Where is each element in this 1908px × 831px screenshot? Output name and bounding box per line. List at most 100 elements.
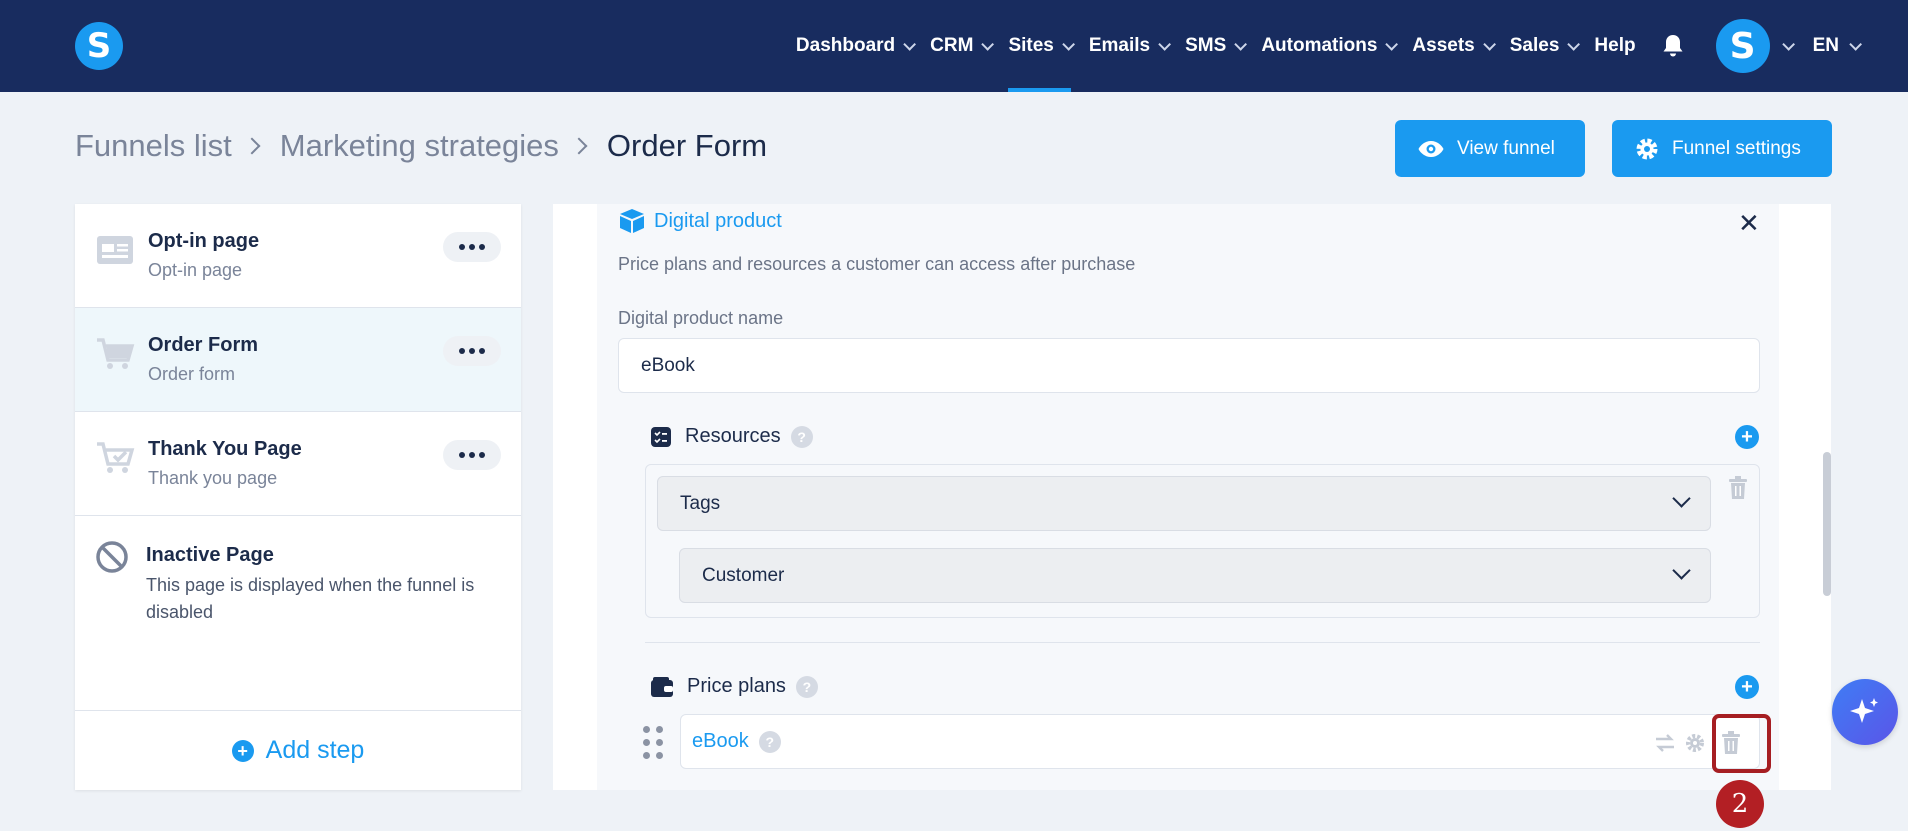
step-marker: 2 — [1716, 780, 1764, 828]
step-title: Thank You Page — [148, 438, 302, 460]
plus-icon: + — [231, 739, 254, 762]
nav-dashboard-label: Dashboard — [795, 35, 896, 56]
user-menu[interactable]: S — [1715, 19, 1795, 73]
chevron-down-icon — [1849, 37, 1862, 51]
digital-product-name-input[interactable]: eBook — [618, 338, 1760, 393]
view-funnel-button[interactable]: View funnel — [1395, 120, 1585, 177]
cart-check-icon — [97, 442, 135, 473]
avatar: S — [1715, 19, 1770, 73]
nav-dashboard[interactable]: Dashboard — [795, 0, 917, 92]
trash-icon[interactable] — [1728, 476, 1748, 500]
help-icon[interactable]: ? — [795, 675, 818, 698]
nav-sms[interactable]: SMS — [1185, 0, 1248, 92]
inactive-page-description: This page is displayed when the funnel i… — [146, 575, 475, 622]
chevron-right-icon — [243, 137, 261, 155]
add-resource-button[interactable]: + — [1735, 425, 1759, 449]
checklist-icon — [651, 426, 671, 447]
digital-product-name-label: Digital product name — [618, 308, 784, 328]
step-order-form[interactable]: Order Form Order form — [75, 308, 521, 412]
add-price-plan-button[interactable]: + — [1735, 675, 1759, 699]
step-thank-you-page[interactable]: Thank You Page Thank you page — [75, 412, 521, 516]
price-plan-link[interactable]: eBook ? — [692, 730, 781, 753]
add-step-label: Add step — [265, 736, 365, 764]
digital-product-description: Price plans and resources a customer can… — [618, 254, 1136, 274]
resource-value-select[interactable]: Customer — [679, 548, 1711, 603]
chevron-down-icon — [1062, 37, 1075, 51]
price-plan-name: eBook — [692, 730, 749, 752]
chevron-down-icon — [1672, 561, 1691, 580]
digital-product-heading: Digital product — [618, 208, 782, 234]
more-options-button[interactable] — [443, 232, 501, 262]
main-nav: Dashboard CRM Sites Emails SMS Automatio… — [796, 0, 1908, 92]
chevron-down-icon — [1567, 37, 1581, 51]
nav-sites-label: Sites — [1008, 35, 1054, 56]
close-icon[interactable]: ✕ — [1738, 209, 1760, 239]
step-subtitle: Thank you page — [148, 468, 278, 488]
chevron-right-icon — [570, 137, 588, 155]
nav-crm-label: CRM — [930, 35, 974, 56]
chevron-down-icon — [981, 37, 995, 51]
step-opt-in-page[interactable]: Opt-in page Opt-in page — [75, 204, 521, 308]
scrollbar[interactable] — [1823, 452, 1831, 596]
inactive-page-step[interactable]: Inactive Page This page is displayed whe… — [75, 516, 521, 706]
chevron-down-icon — [1483, 37, 1496, 51]
step-subtitle: Order form — [148, 364, 236, 384]
step-editor-panel: Digital product ✕ Price plans and resour… — [553, 204, 1831, 790]
funnel-steps-panel: Opt-in page Opt-in page Order Form Order… — [75, 204, 521, 790]
resource-type-value: Tags — [680, 492, 721, 514]
price-plans-header: Price plans ? — [651, 675, 818, 698]
resources-label: Resources — [685, 425, 781, 447]
nav-automations[interactable]: Automations — [1261, 0, 1399, 92]
bell-icon[interactable] — [1658, 0, 1688, 92]
price-plan-row: eBook ? — [680, 714, 1760, 769]
eye-icon — [1418, 140, 1444, 157]
drag-handle-icon[interactable] — [643, 726, 663, 759]
step-subtitle: Opt-in page — [148, 260, 243, 280]
wallet-icon — [651, 676, 673, 697]
nav-emails-label: Emails — [1088, 35, 1151, 56]
resource-type-select[interactable]: Tags — [657, 476, 1711, 531]
ai-assistant-button[interactable] — [1832, 679, 1898, 745]
swap-icon[interactable] — [1655, 733, 1675, 752]
price-plans-label: Price plans — [687, 675, 786, 697]
gear-icon — [1636, 138, 1658, 159]
language-selector[interactable]: EN — [1812, 35, 1862, 57]
resource-value: Customer — [702, 564, 785, 586]
chevron-down-icon — [1672, 489, 1691, 508]
step-title: Opt-in page — [148, 230, 260, 252]
chevron-down-icon — [903, 37, 917, 51]
box-icon — [620, 209, 644, 233]
nav-help[interactable]: Help — [1594, 0, 1635, 92]
chevron-down-icon — [1158, 37, 1172, 51]
nav-sales-label: Sales — [1509, 35, 1560, 56]
gear-icon[interactable] — [1685, 733, 1705, 753]
add-step-button[interactable]: + Add step — [75, 710, 521, 790]
nav-assets[interactable]: Assets — [1412, 0, 1496, 92]
sparkle-icon — [1850, 698, 1878, 723]
disabled-icon — [96, 541, 128, 573]
more-options-button[interactable] — [443, 336, 501, 366]
resources-header: Resources ? — [651, 425, 813, 448]
nav-sites[interactable]: Sites — [1008, 0, 1075, 92]
nav-help-label: Help — [1594, 35, 1636, 56]
page-title: Order Form — [606, 128, 768, 163]
help-icon[interactable]: ? — [758, 730, 781, 753]
more-options-button[interactable] — [443, 440, 501, 470]
chevron-down-icon — [1234, 37, 1248, 51]
nav-sales[interactable]: Sales — [1509, 0, 1581, 92]
funnel-settings-label: Funnel settings — [1672, 137, 1801, 159]
chevron-down-icon — [1781, 37, 1795, 51]
language-label: EN — [1812, 35, 1839, 56]
funnel-settings-button[interactable]: Funnel settings — [1612, 120, 1832, 177]
nav-crm[interactable]: CRM — [930, 0, 995, 92]
highlight-box — [1712, 714, 1771, 773]
nav-automations-label: Automations — [1261, 35, 1378, 56]
help-icon[interactable]: ? — [790, 425, 813, 448]
nav-emails[interactable]: Emails — [1088, 0, 1172, 92]
app-logo[interactable]: S — [75, 22, 123, 70]
cart-icon — [97, 338, 135, 369]
chevron-down-icon — [1385, 37, 1399, 51]
breadcrumb-marketing-strategies[interactable]: Marketing strategies — [280, 128, 559, 164]
inactive-page-title: Inactive Page — [146, 544, 274, 566]
breadcrumb-funnels-list[interactable]: Funnels list — [75, 128, 232, 164]
